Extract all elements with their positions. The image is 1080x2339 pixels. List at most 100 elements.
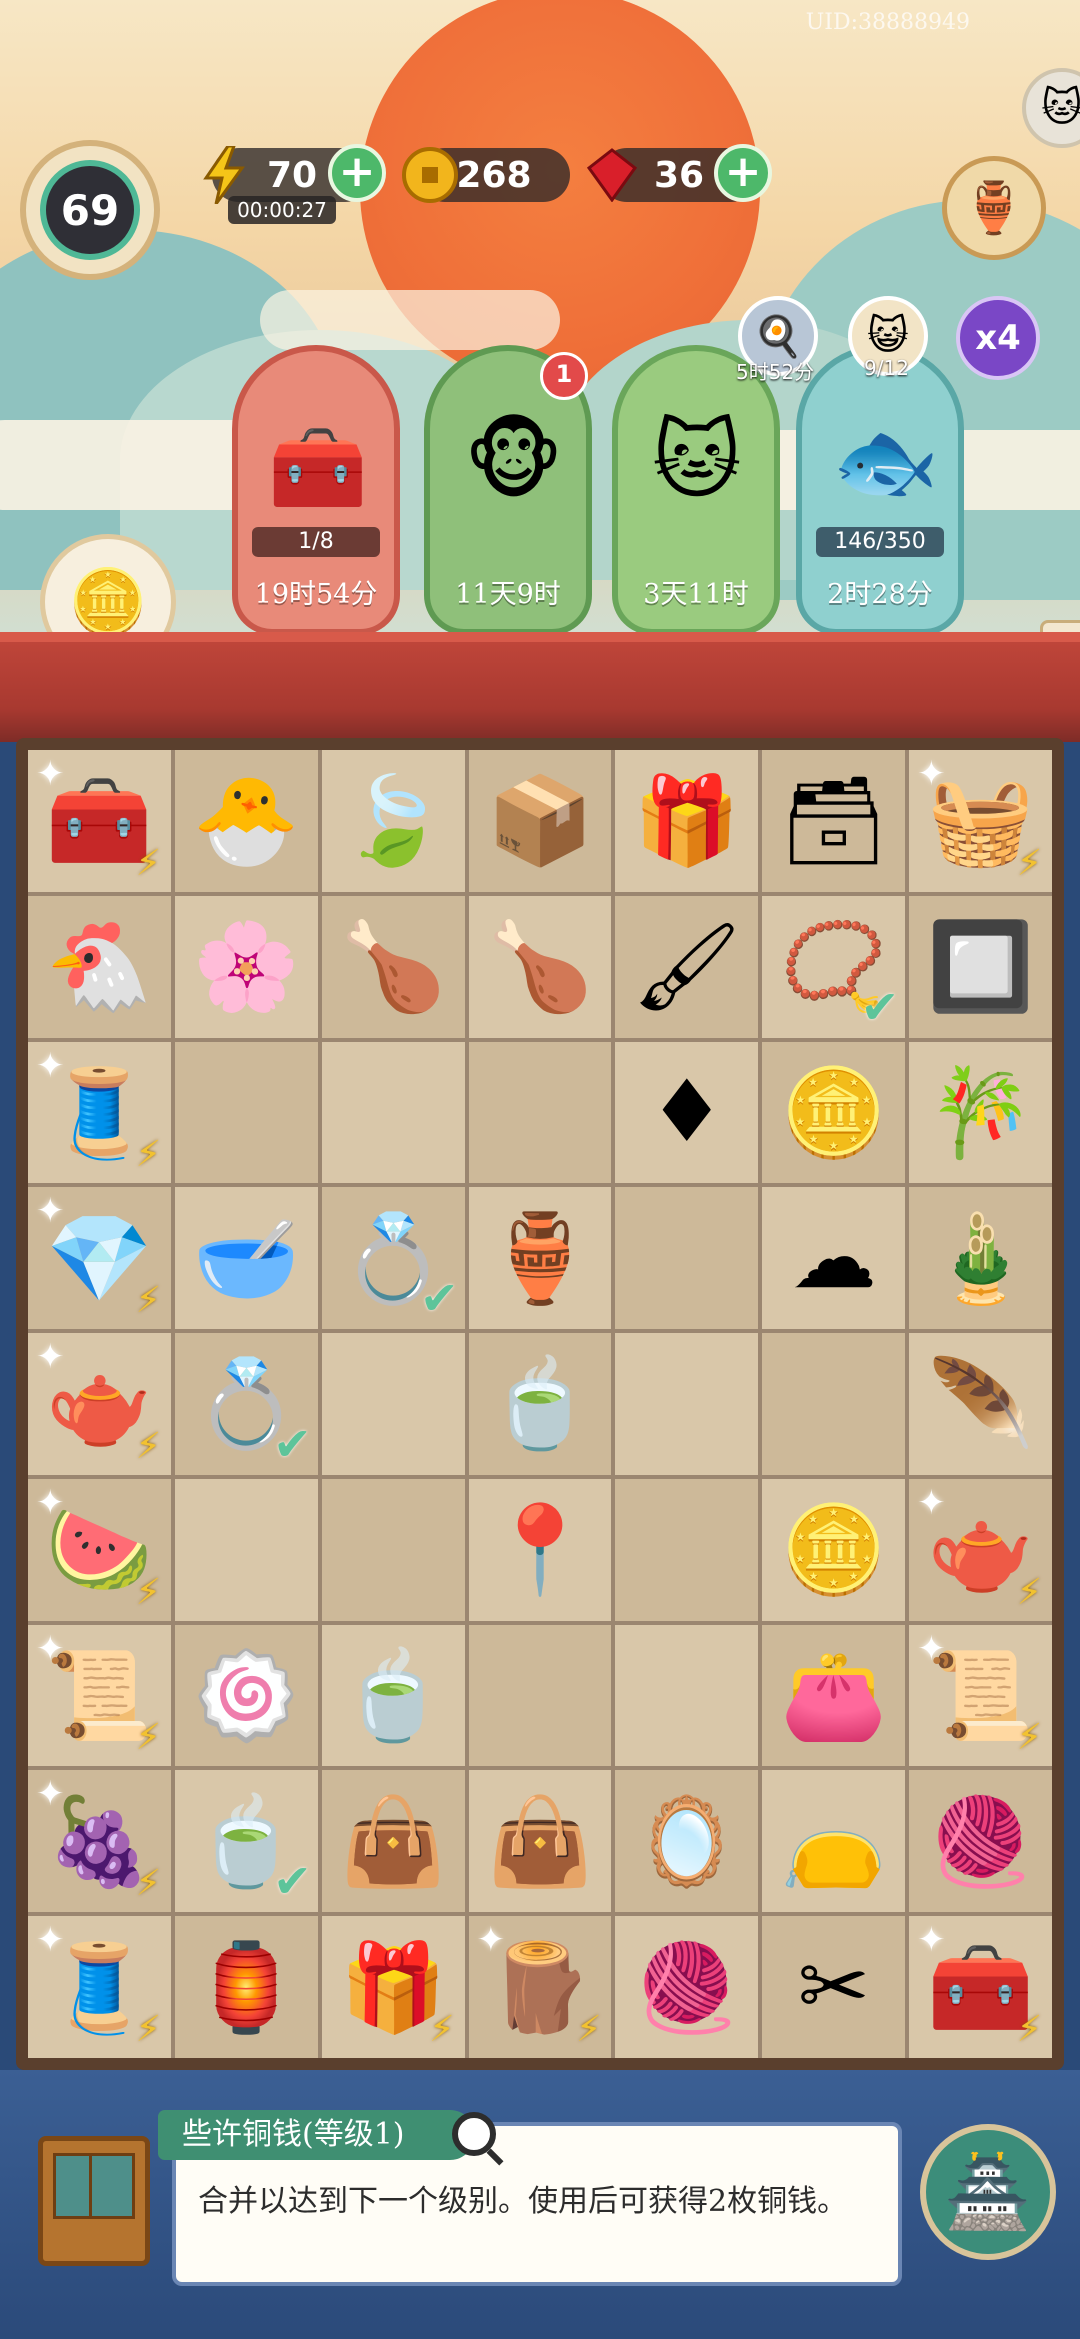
board-cell[interactable]: [615, 1187, 759, 1330]
board-cell[interactable]: 📍: [468, 1478, 612, 1621]
board-cell[interactable]: 🍵: [468, 1333, 612, 1475]
board-cell[interactable]: 🍉 ✦ ⚡: [28, 1478, 171, 1621]
producer-lightning-icon: ⚡: [576, 2008, 602, 2050]
flower-cat-icon: 🐱: [652, 411, 742, 511]
board-cell[interactable]: ✂: [762, 1916, 906, 2058]
board-cell[interactable]: 🫖 ✦ ⚡: [909, 1478, 1052, 1621]
board-cell[interactable]: 👜: [468, 1770, 612, 1913]
board-cell[interactable]: [615, 1624, 759, 1767]
user-id: UID:38888949: [805, 10, 970, 35]
roof-divider: [0, 632, 1080, 742]
board-cell[interactable]: 🧰 ✦ ⚡: [909, 1916, 1052, 2058]
board-cell[interactable]: 🐣: [174, 750, 318, 892]
board-cell[interactable]: 🎁 ⚡: [321, 1916, 465, 2058]
board-cell[interactable]: 🍵 ✔: [174, 1770, 318, 1913]
board-cell[interactable]: [762, 1333, 906, 1475]
board-cell[interactable]: 🍗: [468, 895, 612, 1038]
board-cell[interactable]: [615, 1478, 759, 1621]
board-cell[interactable]: 📜 ✦ ⚡: [28, 1624, 171, 1767]
cat-event-card[interactable]: 🐱 3天11时: [612, 345, 780, 635]
calligraphy-brush-icon: 🖌: [632, 917, 742, 1018]
board-cell[interactable]: [468, 1624, 612, 1767]
embroidered-bag-icon: 👜: [339, 1791, 447, 1892]
board-cell[interactable]: 🧵 ✦ ⚡: [28, 1041, 171, 1184]
board-cell[interactable]: 📦: [468, 750, 612, 892]
wok-event-timer: 5时52分: [736, 360, 815, 384]
chrysanthemum-tea-bowl-2-icon: 🍵: [339, 1646, 447, 1747]
board-cell[interactable]: 🍥: [174, 1624, 318, 1767]
board-cell[interactable]: [468, 1041, 612, 1184]
energy-timer: 00:00:27: [228, 196, 336, 224]
producer-lightning-icon: ⚡: [135, 1134, 161, 1176]
player-level-badge[interactable]: 69: [20, 140, 160, 280]
board-cell[interactable]: [321, 1478, 465, 1621]
item-info-title: 些许铜钱(等级1): [158, 2110, 475, 2160]
sparkle-icon: ✦: [36, 1628, 65, 1669]
board-cell[interactable]: 🏮: [174, 1916, 318, 2058]
board-cell[interactable]: 🏺: [468, 1187, 612, 1330]
board-cell[interactable]: 🌸: [174, 895, 318, 1038]
board-cell[interactable]: 🪙: [762, 1478, 906, 1621]
board-cell[interactable]: 🧰 ✦ ⚡: [28, 750, 171, 892]
board-cell[interactable]: 🐔: [28, 895, 171, 1038]
treasure-pot-button[interactable]: 🏺: [942, 156, 1046, 260]
board-cell[interactable]: 🫖 ✦ ⚡: [28, 1333, 171, 1475]
board-cell[interactable]: 🗃: [762, 750, 906, 892]
koi-fish-icon: 🐟: [832, 412, 940, 512]
producer-lightning-icon: ⚡: [135, 1280, 161, 1322]
board-cell[interactable]: 🎍: [909, 1187, 1052, 1330]
board-cell[interactable]: [174, 1478, 318, 1621]
board-cell[interactable]: 🥣: [174, 1187, 318, 1330]
board-cell[interactable]: 🍵: [321, 1624, 465, 1767]
multiplier-button[interactable]: x4: [956, 296, 1040, 380]
producer-lightning-icon: ⚡: [1016, 842, 1042, 884]
scroll-brush-icon: 🪶: [927, 1354, 1035, 1455]
board-cell[interactable]: 🪙: [762, 1041, 906, 1184]
board-cell[interactable]: [174, 1041, 318, 1184]
add-energy-button[interactable]: +: [328, 144, 386, 202]
board-cell[interactable]: 💍 ✔: [174, 1333, 318, 1475]
storage-cabinet-button[interactable]: [38, 2136, 150, 2266]
ink-stone-icon: 🔲: [927, 917, 1035, 1018]
checkmark-icon: ✔: [273, 1854, 312, 1909]
koi-event-card[interactable]: 🐟 146/350 2时28分: [796, 345, 964, 635]
add-gems-button[interactable]: +: [714, 144, 772, 202]
board-cell[interactable]: 🍇 ✦ ⚡: [28, 1770, 171, 1913]
board-cell[interactable]: 📜 ✦ ⚡: [909, 1624, 1052, 1767]
board-cell[interactable]: [321, 1333, 465, 1475]
board-cell[interactable]: 🔲: [909, 895, 1052, 1038]
board-cell[interactable]: [321, 1041, 465, 1184]
board-cell[interactable]: 👝: [762, 1770, 906, 1913]
koi-event-timer: 2时28分: [827, 579, 933, 610]
chicken-coop-producer-icon: 🐔: [45, 917, 153, 1018]
board-cell[interactable]: [615, 1333, 759, 1475]
board-cell[interactable]: 🎁: [615, 750, 759, 892]
board-cell[interactable]: 🧶: [615, 1916, 759, 2058]
board-cell[interactable]: 🍗: [321, 895, 465, 1038]
board-cell[interactable]: 🧶: [909, 1770, 1052, 1913]
board-cell[interactable]: 🪞: [615, 1770, 759, 1913]
board-cell[interactable]: 🧺 ✦ ⚡: [909, 750, 1052, 892]
board-cell[interactable]: ♦: [615, 1041, 759, 1184]
board-cell[interactable]: 💍 ✔: [321, 1187, 465, 1330]
chest-event-card[interactable]: 🧰 1/8 19时54分: [232, 345, 400, 635]
board-cell[interactable]: 📿 ✔: [762, 895, 906, 1038]
board-cell[interactable]: ☁: [762, 1187, 906, 1330]
producer-lightning-icon: ⚡: [1016, 1571, 1042, 1613]
board-cell[interactable]: 🎋: [909, 1041, 1052, 1184]
board-cell[interactable]: 🧵 ✦ ⚡: [28, 1916, 171, 2058]
bamboo-slips-icon: 🎍: [927, 1208, 1035, 1309]
small-purple-pouch-icon: 👝: [780, 1791, 888, 1892]
notification-badge: 1: [540, 352, 588, 400]
board-cell[interactable]: 🖌: [615, 895, 759, 1038]
merge-grid: 🧰 ✦ ⚡ 🐣 🍃 📦 🎁 🗃 🧺 ✦ ⚡ 🐔 🌸 🍗 🍗 🖌 📿 ✔ 🔲 🧵 ✦ ⚡ ♦ 🪙 🎋 💎 ✦ ⚡ 🥣 💍 ✔ 🏺 ☁ 🎍 🫖 ✦ ⚡ 💍 ✔ 🍵…: [28, 750, 1052, 2058]
sparkle-icon: ✦: [36, 1774, 65, 1815]
board-cell[interactable]: 🍃: [321, 750, 465, 892]
board-cell[interactable]: 🪶: [909, 1333, 1052, 1475]
board-cell[interactable]: 🪵 ✦ ⚡: [468, 1916, 612, 2058]
board-cell[interactable]: 👛: [762, 1624, 906, 1767]
pavilion-shop-button[interactable]: 🏯: [920, 2124, 1056, 2260]
board-cell[interactable]: 👜: [321, 1770, 465, 1913]
magnifier-icon[interactable]: [452, 2112, 496, 2156]
board-cell[interactable]: 💎 ✦ ⚡: [28, 1187, 171, 1330]
